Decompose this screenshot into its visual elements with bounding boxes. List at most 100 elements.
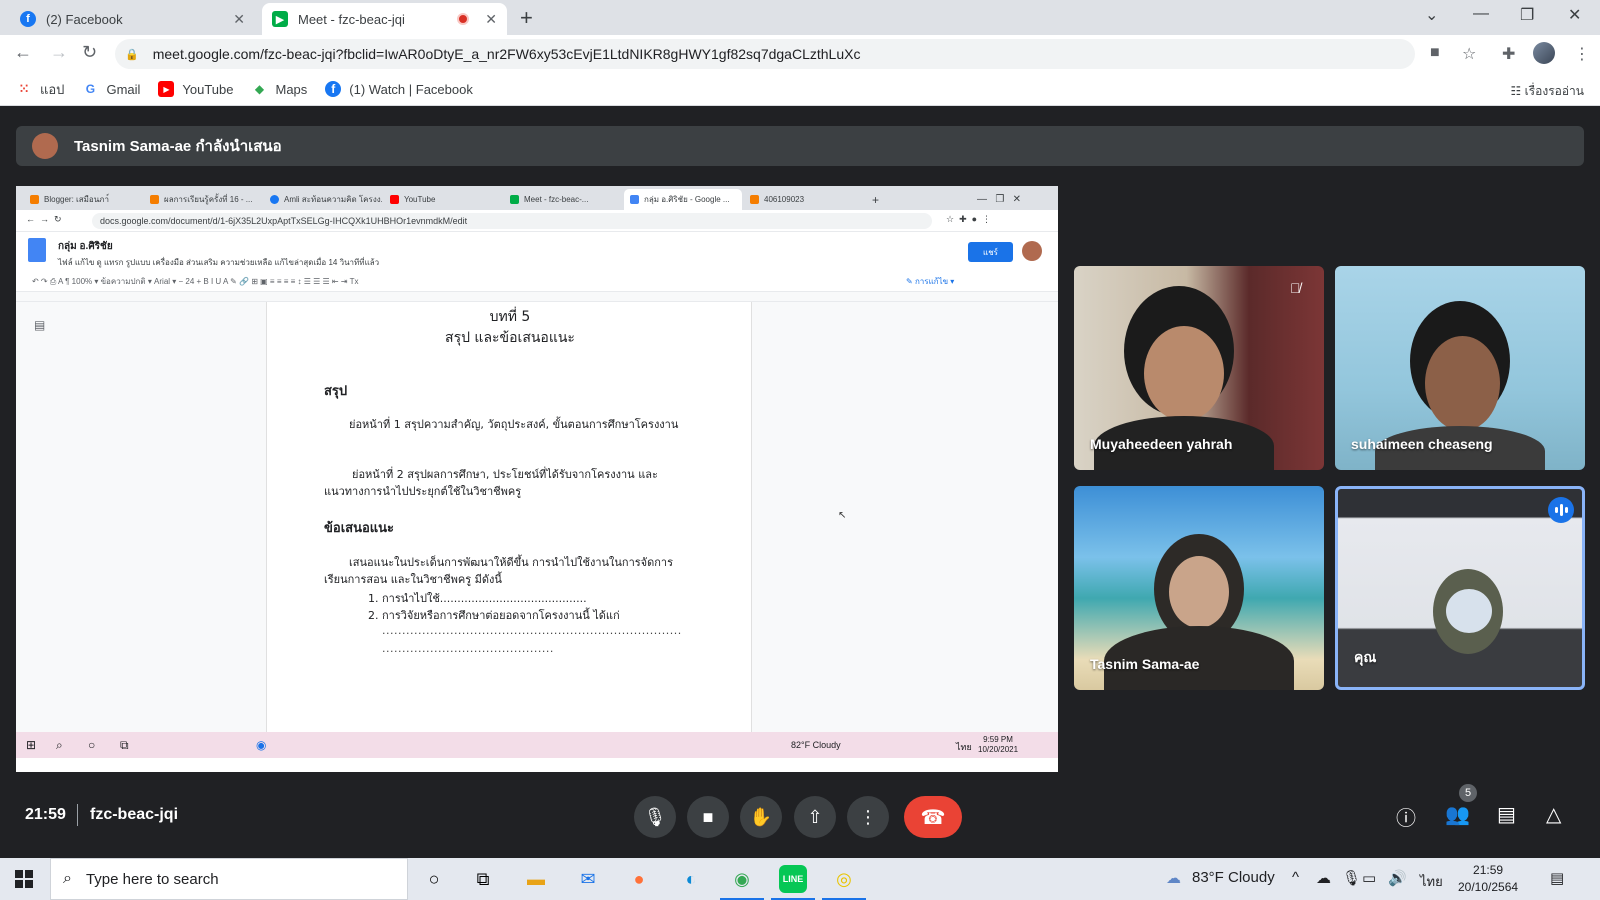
raise-hand-button[interactable]: ✋ [740, 796, 782, 838]
menu-icon[interactable]: ⋮ [1574, 44, 1590, 64]
close-window-button[interactable]: ✕ [1568, 5, 1581, 25]
bookmark-maps[interactable]: ◆ Maps [252, 81, 307, 97]
extensions-icon[interactable]: ✚ [1502, 44, 1515, 64]
editing-mode-label: การแก้ไข [914, 277, 949, 286]
camera-icon: ■ [702, 806, 714, 827]
hang-up-icon: ☎ [920, 806, 946, 829]
cortana-icon: ○ [88, 738, 96, 752]
file-explorer-icon[interactable]: ▬ [522, 865, 550, 893]
taskbar-clock[interactable]: 21:59 20/10/2564 [1458, 862, 1518, 896]
reading-list-label: เรื่องรออ่าน [1524, 84, 1584, 98]
participant-mask [1446, 589, 1492, 633]
network-icon[interactable]: ▭ [1362, 869, 1376, 887]
participant-tile[interactable]: suhaimeen cheaseng [1335, 266, 1585, 470]
people-button[interactable]: 👥 [1445, 802, 1470, 827]
activities-button[interactable]: △ [1546, 802, 1561, 827]
clock-time: 21:59 [1473, 863, 1504, 877]
profile-avatar[interactable] [1533, 42, 1555, 64]
list-item-2: 2. การวิจัยหรือการศึกษาต่อยอดจากโครงงานน… [368, 609, 620, 622]
shared-tab: ผลการเรียนรู้ครั้งที่ 16 - ... [144, 189, 262, 210]
edge-icon[interactable]: ◐ [677, 865, 705, 893]
minimize-button[interactable]: — [1473, 5, 1489, 23]
shared-weather: 82°F Cloudy [791, 740, 841, 750]
shared-toolbar-icons: ☆ ✚ ● ⋮ [946, 214, 992, 224]
divider [77, 804, 78, 826]
meeting-code: fzc-beac-jqi [90, 806, 179, 823]
tab-facebook[interactable]: f (2) Facebook ✕ [10, 3, 255, 35]
docs-icon [630, 195, 639, 204]
presenter-text: Tasnim Sama-ae กำลังนำเสนอ [74, 138, 282, 155]
bookmark-apps[interactable]: ⁙ แอป [16, 79, 64, 100]
present-screen-icon: ⇧ [807, 806, 823, 827]
microphone-tray-icon[interactable]: 🎙 [1342, 869, 1361, 887]
microphone-button[interactable]: 🎙 [634, 796, 676, 838]
close-tab-icon[interactable]: ✕ [233, 11, 245, 28]
weather-text[interactable]: 83°F Cloudy [1192, 869, 1275, 886]
chrome-icon[interactable]: ◉ [720, 865, 764, 900]
tab-meet[interactable]: ▶ Meet - fzc-beac-jqi ✕ [262, 3, 507, 35]
browser-toolbar: ← → ↻ 🔒 meet.google.com/fzc-beac-jqi?fbc… [0, 35, 1600, 73]
search-icon: ⌕ [63, 870, 72, 887]
participant-tile-self[interactable]: คุณ [1335, 486, 1585, 690]
format-toolbar: ↶ ↷ ⎙ A ¶ 100% ▾ ข้อความปกติ ▾ Arial ▾ −… [16, 272, 1058, 292]
participant-tile[interactable]: Tasnim Sama-ae [1074, 486, 1324, 690]
cortana-button[interactable]: ○ [420, 865, 448, 893]
weather-icon: ☁ [1166, 870, 1181, 887]
firefox-icon[interactable]: ● [625, 865, 653, 893]
more-options-button[interactable]: ⋮ [847, 796, 889, 838]
format-toolbar-icons: ↶ ↷ ⎙ A ¶ 100% ▾ ข้อความปกติ ▾ Arial ▾ −… [32, 277, 359, 286]
new-tab-button[interactable]: + [520, 5, 533, 31]
mail-icon[interactable]: ✉ [574, 865, 602, 893]
shared-tab: 406109023 [744, 189, 862, 210]
tab-title: Meet - fzc-beac-jqi [298, 11, 405, 27]
present-button[interactable]: ⇧ [794, 796, 836, 838]
facebook-icon: f [20, 11, 36, 27]
bookmark-youtube[interactable]: ▶ YouTube [158, 81, 234, 97]
reload-button[interactable]: ↻ [82, 42, 97, 63]
section-heading-summary: สรุป [324, 384, 348, 399]
bookmark-gmail[interactable]: G Gmail [82, 81, 141, 97]
maximize-button[interactable]: ❐ [1520, 5, 1534, 25]
participant-tile[interactable]: 🎙̸ Muyaheedeen yahrah [1074, 266, 1324, 470]
section-heading-suggestions: ข้อเสนอแนะ [324, 521, 395, 536]
dotted-line: ........................................… [382, 642, 554, 655]
notifications-icon[interactable]: ▤ [1550, 869, 1564, 887]
address-bar[interactable]: 🔒 meet.google.com/fzc-beac-jqi?fbclid=Iw… [115, 39, 1415, 69]
line-app-icon[interactable]: LINE [771, 865, 815, 900]
facebook-icon: f [325, 81, 342, 97]
forward-button[interactable]: → [50, 42, 68, 63]
chat-button[interactable]: ▤ [1497, 802, 1516, 827]
shared-tab-strip: Blogger: เสมือนภา์ ผลการเรียนรู้ครั้งที่… [16, 186, 1058, 210]
bookmark-star-icon[interactable]: ☆ [1462, 44, 1476, 64]
meet-controls-bar: 21:59 fzc-beac-jqi 🎙 ■ ✋ ⇧ ⋮ ☎ ⓘ 👥 5 ▤ △ [0, 784, 1600, 858]
show-hidden-icons[interactable]: ^ [1292, 869, 1299, 886]
meeting-details-button[interactable]: ⓘ [1396, 802, 1416, 831]
shared-clock-date: 10/20/2021 [978, 745, 1019, 754]
obs-icon[interactable]: ◎ [822, 865, 866, 900]
volume-icon[interactable]: 🔊 [1388, 869, 1407, 887]
tab-search-icon[interactable]: ⌄ [1425, 5, 1438, 25]
participant-name: คุณ [1354, 649, 1377, 665]
youtube-icon [390, 195, 399, 204]
camera-button[interactable]: ■ [687, 796, 729, 838]
microphone-icon: 🎙 [643, 806, 667, 827]
bookmark-facebook-watch[interactable]: f (1) Watch | Facebook [325, 81, 473, 97]
activities-icon: △ [1546, 804, 1562, 826]
doc-canvas: ▤ บทที่ 5 สรุป และข้อเสนอแนะ สรุป ย่อหน้… [16, 302, 1058, 732]
camera-icon[interactable]: ■ [1430, 44, 1440, 62]
close-tab-icon[interactable]: ✕ [485, 11, 497, 28]
windows-start-button[interactable] [15, 870, 33, 888]
leave-call-button[interactable]: ☎ [904, 796, 962, 838]
input-language[interactable]: ไทย [1420, 871, 1443, 892]
tab-title: (2) Facebook [46, 11, 123, 27]
shared-new-tab-icon: + [872, 192, 880, 207]
reading-list-button[interactable]: ☷ เรื่องรออ่าน [1510, 82, 1584, 101]
back-button[interactable]: ← [14, 42, 32, 63]
taskbar-search-box[interactable]: ⌕ Type here to search [50, 858, 408, 900]
blogger-icon [30, 195, 39, 204]
outline-icon: ▤ [34, 318, 46, 332]
task-view-button[interactable]: ⧉ [469, 865, 497, 893]
editing-mode: ✎ การแก้ไข ▾ [906, 277, 955, 286]
onedrive-icon[interactable]: ☁ [1316, 869, 1331, 887]
doc-title: กลุ่ม อ.ศิริชัย [58, 241, 113, 252]
